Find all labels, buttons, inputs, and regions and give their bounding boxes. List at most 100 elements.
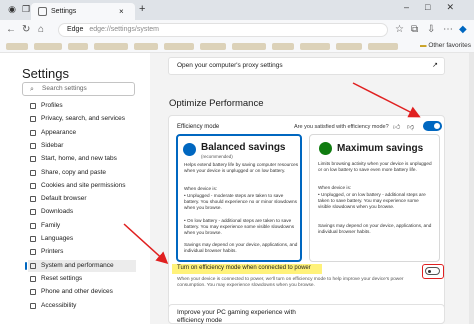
sidebar-item-label: Reset settings xyxy=(41,274,83,282)
sidebar-item[interactable]: Sidebar xyxy=(28,140,136,152)
thumbs-up-icon[interactable]: 👍︎ xyxy=(393,122,400,131)
sidebar-item[interactable]: Share, copy and paste xyxy=(28,167,136,179)
url-label: Edge xyxy=(67,26,84,33)
sidebar-item[interactable]: Privacy, search, and services xyxy=(28,113,136,125)
sidebar-item-icon xyxy=(30,196,36,203)
home-icon[interactable]: ⌂ xyxy=(38,24,44,35)
settings-title: Settings xyxy=(22,66,69,81)
sidebar-item-icon xyxy=(30,289,36,296)
tab-title: Settings xyxy=(51,8,77,15)
copilot-icon[interactable]: ◆ xyxy=(459,24,467,35)
sidebar-item-label: Family xyxy=(41,221,61,229)
sidebar-item-icon xyxy=(30,222,36,229)
blurred-favorite[interactable] xyxy=(368,43,398,50)
sidebar-item-icon xyxy=(30,129,36,136)
maximum-savings-option[interactable]: Maximum savings Limits browsing activity… xyxy=(309,134,440,262)
sidebar-item[interactable]: Start, home, and new tabs xyxy=(28,153,136,165)
new-tab-button[interactable]: + xyxy=(139,3,145,15)
gaming-label: Improve your PC gaming experience with e… xyxy=(177,309,296,324)
efficiency-mode-label: Efficiency mode xyxy=(177,124,220,130)
sidebar-item-label: Share, copy and paste xyxy=(41,168,107,176)
toggle-knob xyxy=(428,270,431,273)
toggle-knob xyxy=(434,123,440,129)
power-efficiency-toggle[interactable] xyxy=(425,267,440,275)
address-field[interactable]: Edge edge://settings/system xyxy=(58,23,388,37)
gaming-row[interactable]: Improve your PC gaming experience with e… xyxy=(168,304,445,324)
maximum-desc: Limits browsing activity when your devic… xyxy=(318,161,432,172)
blurred-favorite[interactable] xyxy=(336,43,362,50)
sidebar-item[interactable]: Reset settings xyxy=(28,273,136,285)
menu-icon[interactable]: ⋯ xyxy=(443,24,453,35)
external-link-icon: ↗ xyxy=(432,62,438,69)
sidebar-item-label: Phone and other devices xyxy=(41,288,113,296)
blurred-favorite[interactable] xyxy=(68,43,88,50)
sidebar-item[interactable]: System and performance xyxy=(25,259,136,272)
sidebar-item-label: Start, home, and new tabs xyxy=(41,155,117,163)
sidebar-item-icon xyxy=(30,249,36,256)
sidebar-item[interactable]: Downloads xyxy=(28,206,136,218)
sidebar-item-icon xyxy=(30,302,36,309)
sidebar-item-label: Sidebar xyxy=(41,141,64,149)
maximum-when: When device is: xyxy=(318,185,352,190)
search-placeholder: Search settings xyxy=(42,85,87,92)
downloads-icon[interactable]: ⇩ xyxy=(427,24,435,35)
sidebar-item[interactable]: Printers xyxy=(28,246,136,258)
tab-settings[interactable]: Settings × xyxy=(31,3,135,20)
balanced-bullet-low-battery: • On low battery - additional steps are … xyxy=(184,218,295,235)
sidebar-item-label: Accessibility xyxy=(41,301,77,309)
close-tab-icon[interactable]: × xyxy=(119,3,124,20)
scrollbar[interactable] xyxy=(469,53,474,324)
address-toolbar: ← ↻ ⌂ Edge edge://settings/system ☆ ⧉ ⇩ ⋯… xyxy=(0,20,474,40)
sidebar-item-icon xyxy=(30,275,36,282)
blurred-favorite[interactable] xyxy=(300,43,330,50)
sidebar-item[interactable]: Family xyxy=(28,220,136,232)
collections-icon[interactable]: ⧉ xyxy=(411,24,418,35)
satisfaction-question: Are you satisfied with efficiency mode? xyxy=(294,124,389,130)
blurred-favorite[interactable] xyxy=(34,43,62,50)
profile-icon[interactable]: ◉ xyxy=(6,3,18,15)
blurred-favorite[interactable] xyxy=(272,43,294,50)
balanced-bullet-unplugged: • Unplugged - moderate steps are taken t… xyxy=(184,193,298,210)
sidebar-item-icon xyxy=(30,156,36,163)
sidebar-item-label: Printers xyxy=(41,248,64,256)
sidebar-item-label: Cookies and site permissions xyxy=(41,181,126,189)
sidebar-item[interactable]: Default browser xyxy=(28,193,136,205)
sidebar-item-label: System and performance xyxy=(41,261,114,269)
search-settings-input[interactable]: ⌕ Search settings xyxy=(22,82,135,96)
sidebar-item[interactable]: Profiles xyxy=(28,100,136,112)
sidebar-item[interactable]: Appearance xyxy=(28,127,136,139)
sidebar-item-icon xyxy=(30,262,36,269)
balanced-savings-option[interactable]: Balanced savings (recommended) Helps ext… xyxy=(176,134,302,262)
blurred-favorite[interactable] xyxy=(6,43,28,50)
blurred-favorite[interactable] xyxy=(164,43,194,50)
back-icon[interactable]: ← xyxy=(6,24,16,35)
thumbs-down-icon[interactable]: 👎︎ xyxy=(407,122,414,131)
turn-on-description: When your device is connected to power, … xyxy=(177,277,404,288)
refresh-icon[interactable]: ↻ xyxy=(22,24,30,35)
blurred-favorite[interactable] xyxy=(200,43,226,50)
balanced-desc: Helps extend battery life by saving comp… xyxy=(184,162,299,173)
sidebar-item-label: Default browser xyxy=(41,195,87,203)
proxy-settings-row[interactable]: Open your computer's proxy settings ↗ xyxy=(168,57,445,75)
balanced-leaf-icon xyxy=(183,143,196,156)
sidebar-item[interactable]: Cookies and site permissions xyxy=(28,180,136,192)
sidebar-item-icon xyxy=(30,116,36,123)
efficiency-mode-toggle[interactable] xyxy=(423,121,442,131)
sidebar-item[interactable]: Phone and other devices xyxy=(28,286,136,298)
balanced-note: Savings may depend on your device, appli… xyxy=(184,242,298,253)
blurred-favorite[interactable] xyxy=(134,43,158,50)
blurred-favorite[interactable] xyxy=(232,43,266,50)
sidebar-item[interactable]: Languages xyxy=(28,233,136,245)
sidebar-item-label: Privacy, search, and services xyxy=(41,115,126,123)
sidebar-item-icon xyxy=(30,182,36,189)
sidebar-item-icon xyxy=(30,209,36,216)
blurred-favorite[interactable] xyxy=(94,43,128,50)
other-favorites[interactable]: ▬ Other favorites xyxy=(420,42,471,49)
settings-tab-icon xyxy=(38,7,47,16)
sidebar-item[interactable]: Accessibility xyxy=(28,300,136,312)
favorites-icon[interactable]: ☆ xyxy=(395,24,404,35)
maximum-bullet: • Unplugged, or on low battery - additio… xyxy=(318,192,426,209)
window-controls[interactable]: –□✕ xyxy=(404,2,470,13)
folder-icon: ▬ xyxy=(420,42,427,49)
section-title: Optimize Performance xyxy=(169,98,264,109)
